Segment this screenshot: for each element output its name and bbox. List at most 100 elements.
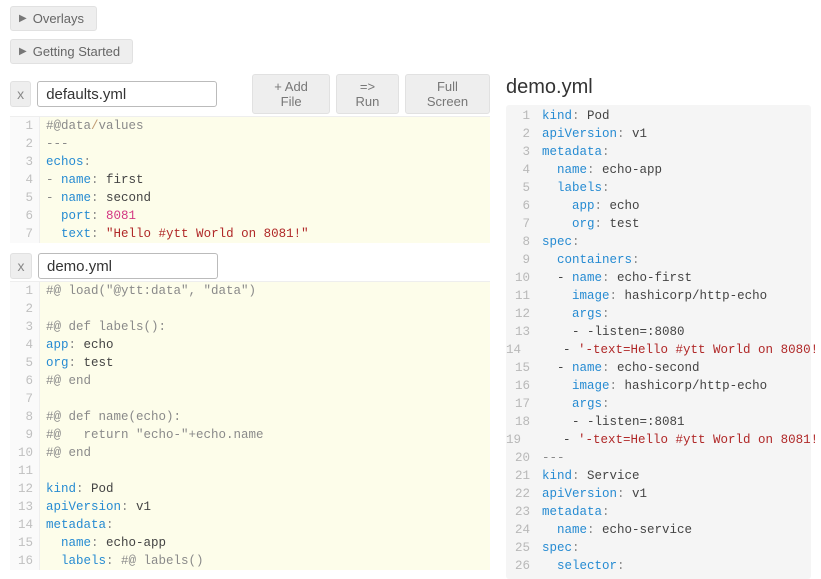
editor1-line: 11 bbox=[10, 462, 490, 480]
code-content: metadata: bbox=[536, 503, 811, 521]
line-number: 1 bbox=[506, 107, 536, 125]
filename-input-0[interactable] bbox=[37, 81, 217, 107]
output-line: 12 args: bbox=[506, 305, 811, 323]
line-number: 20 bbox=[506, 449, 536, 467]
code-content: - name: first bbox=[40, 171, 490, 189]
output-line: 18 - -listen=:8081 bbox=[506, 413, 811, 431]
editor0-line: 6 port: 8081 bbox=[10, 207, 490, 225]
output-line: 10 - name: echo-first bbox=[506, 269, 811, 287]
code-content: kind: Pod bbox=[40, 480, 490, 498]
editor0-line: 5- name: second bbox=[10, 189, 490, 207]
code-content: --- bbox=[536, 449, 811, 467]
editor-defaults[interactable]: 1#@data/values2---3echos:4- name: first5… bbox=[10, 116, 490, 243]
code-content: apiVersion: v1 bbox=[536, 125, 811, 143]
line-number: 10 bbox=[10, 444, 40, 462]
line-number: 11 bbox=[506, 287, 536, 305]
editor1-line: 1#@ load("@ytt:data", "data") bbox=[10, 282, 490, 300]
close-file-button[interactable]: x bbox=[10, 253, 32, 279]
code-content: kind: Pod bbox=[536, 107, 811, 125]
line-number: 23 bbox=[506, 503, 536, 521]
line-number: 4 bbox=[10, 171, 40, 189]
editor1-line: 2 bbox=[10, 300, 490, 318]
filename-input-1[interactable] bbox=[38, 253, 218, 279]
output-line: 14 - '-text=Hello #ytt World on 8080!' bbox=[506, 341, 811, 359]
line-number: 4 bbox=[10, 336, 40, 354]
code-content: echos: bbox=[40, 153, 490, 171]
code-content: #@data/values bbox=[40, 117, 490, 135]
output-line: 13 - -listen=:8080 bbox=[506, 323, 811, 341]
overlays-label: Overlays bbox=[33, 11, 84, 26]
code-content: metadata: bbox=[40, 516, 490, 534]
code-content: - name: echo-first bbox=[536, 269, 811, 287]
code-content: kind: Service bbox=[536, 467, 811, 485]
editor1-line: 5org: test bbox=[10, 354, 490, 372]
line-number: 1 bbox=[10, 117, 40, 135]
editor1-line: 7 bbox=[10, 390, 490, 408]
output-line: 20--- bbox=[506, 449, 811, 467]
line-number: 14 bbox=[10, 516, 40, 534]
line-number: 2 bbox=[10, 300, 40, 318]
output-line: 5 labels: bbox=[506, 179, 811, 197]
output-line: 23metadata: bbox=[506, 503, 811, 521]
output-title: demo.yml bbox=[506, 76, 811, 99]
output-line: 16 image: hashicorp/http-echo bbox=[506, 377, 811, 395]
editor1-line: 13apiVersion: v1 bbox=[10, 498, 490, 516]
triangle-right-icon: ▶ bbox=[19, 46, 27, 57]
run-button[interactable]: => Run bbox=[336, 74, 399, 114]
line-number: 3 bbox=[506, 143, 536, 161]
line-number: 25 bbox=[506, 539, 536, 557]
line-number: 2 bbox=[10, 135, 40, 153]
code-content: text: "Hello #ytt World on 8081!" bbox=[40, 225, 490, 243]
line-number: 5 bbox=[10, 189, 40, 207]
line-number: 9 bbox=[10, 426, 40, 444]
line-number: 18 bbox=[506, 413, 536, 431]
output-line: 26 selector: bbox=[506, 557, 811, 575]
code-content: - '-text=Hello #ytt World on 8080!' bbox=[527, 341, 821, 359]
line-number: 19 bbox=[506, 431, 527, 449]
output-line: 19 - '-text=Hello #ytt World on 8081!' bbox=[506, 431, 811, 449]
line-number: 1 bbox=[10, 282, 40, 300]
editor1-line: 6#@ end bbox=[10, 372, 490, 390]
editor-demo[interactable]: 1#@ load("@ytt:data", "data")23#@ def la… bbox=[10, 281, 490, 570]
output-line: 2apiVersion: v1 bbox=[506, 125, 811, 143]
getting-started-toggle[interactable]: ▶ Getting Started bbox=[10, 39, 133, 64]
editor1-line: 10#@ end bbox=[10, 444, 490, 462]
editor0-line: 1#@data/values bbox=[10, 117, 490, 135]
fullscreen-button[interactable]: Full Screen bbox=[405, 74, 490, 114]
editor0-line: 4- name: first bbox=[10, 171, 490, 189]
overlays-toggle[interactable]: ▶ Overlays bbox=[10, 6, 97, 31]
code-content bbox=[40, 462, 490, 480]
editor0-line: 3echos: bbox=[10, 153, 490, 171]
line-number: 16 bbox=[506, 377, 536, 395]
line-number: 3 bbox=[10, 153, 40, 171]
output-line: 25spec: bbox=[506, 539, 811, 557]
close-file-button[interactable]: x bbox=[10, 81, 31, 107]
code-content: args: bbox=[536, 305, 811, 323]
line-number: 7 bbox=[10, 390, 40, 408]
code-content: spec: bbox=[536, 539, 811, 557]
code-content: apiVersion: v1 bbox=[40, 498, 490, 516]
add-file-button[interactable]: + Add File bbox=[252, 74, 330, 114]
line-number: 2 bbox=[506, 125, 536, 143]
output-line: 9 containers: bbox=[506, 251, 811, 269]
line-number: 15 bbox=[10, 534, 40, 552]
editor0-line: 7 text: "Hello #ytt World on 8081!" bbox=[10, 225, 490, 243]
code-content: image: hashicorp/http-echo bbox=[536, 287, 811, 305]
output-line: 11 image: hashicorp/http-echo bbox=[506, 287, 811, 305]
output-line: 1kind: Pod bbox=[506, 107, 811, 125]
code-content: labels: #@ labels() bbox=[40, 552, 490, 570]
editor1-line: 8#@ def name(echo): bbox=[10, 408, 490, 426]
code-content: org: test bbox=[40, 354, 490, 372]
output-panel: 1kind: Pod2apiVersion: v13metadata:4 nam… bbox=[506, 105, 811, 579]
line-number: 21 bbox=[506, 467, 536, 485]
line-number: 8 bbox=[506, 233, 536, 251]
output-line: 3metadata: bbox=[506, 143, 811, 161]
line-number: 11 bbox=[10, 462, 40, 480]
output-line: 15 - name: echo-second bbox=[506, 359, 811, 377]
editor1-line: 9#@ return "echo-"+echo.name bbox=[10, 426, 490, 444]
code-content: containers: bbox=[536, 251, 811, 269]
line-number: 12 bbox=[10, 480, 40, 498]
line-number: 3 bbox=[10, 318, 40, 336]
line-number: 12 bbox=[506, 305, 536, 323]
output-line: 6 app: echo bbox=[506, 197, 811, 215]
